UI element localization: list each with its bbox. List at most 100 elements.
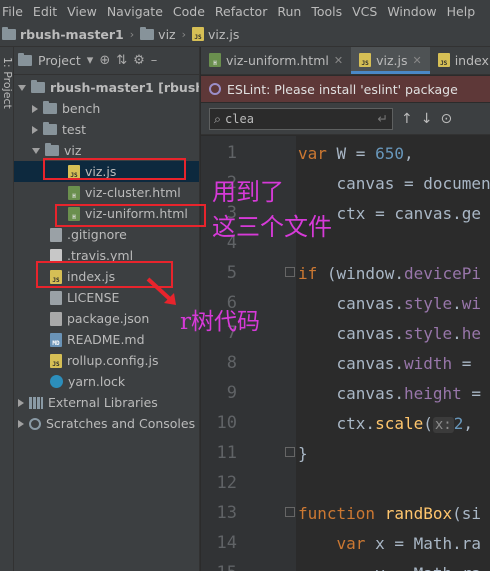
code-line: }	[298, 444, 308, 463]
menu-file[interactable]: File	[0, 4, 28, 19]
fold-marker-icon[interactable]	[285, 507, 295, 517]
editor-tabs: H viz-uniform.html ✕ JS viz.js ✕ JS inde…	[201, 47, 490, 75]
close-icon[interactable]: ✕	[412, 54, 421, 67]
annotation-arrow-icon	[146, 277, 176, 305]
json-file-icon	[50, 311, 62, 326]
menu-edit[interactable]: Edit	[28, 4, 62, 19]
project-tool-window-button[interactable]: 1: Project	[1, 57, 14, 109]
js-file-icon: JS	[437, 53, 450, 67]
text-file-icon	[50, 290, 62, 305]
hide-icon[interactable]: –	[151, 53, 158, 68]
breadcrumb-folder[interactable]: viz	[140, 26, 176, 42]
fold-marker-icon[interactable]	[285, 267, 295, 277]
line-number: 14	[216, 533, 237, 553]
line-number: 9	[226, 383, 237, 403]
tree-item-label: viz-cluster.html	[85, 185, 181, 200]
tree-item-scratches[interactable]: Scratches and Consoles	[18, 413, 195, 434]
tree-item-label: viz	[64, 143, 82, 158]
breadcrumb-file[interactable]: JS viz.js	[192, 27, 239, 42]
menu-window[interactable]: Window	[382, 4, 441, 19]
code-line: function randBox(si	[298, 504, 482, 523]
left-tool-stripe: 1: Project	[0, 47, 14, 571]
tab-viz-js[interactable]: JS viz.js ✕	[351, 47, 430, 74]
tab-label: viz.js	[376, 52, 408, 68]
info-icon	[209, 83, 221, 95]
tree-item-rollup[interactable]: JS rollup.config.js	[50, 350, 159, 371]
tree-item-package-json[interactable]: package.json	[50, 308, 149, 329]
code-line: if (window.devicePi	[298, 264, 482, 283]
code-line: canvas.height =	[298, 384, 482, 403]
collapse-arrow-icon[interactable]	[32, 104, 38, 113]
code-editor[interactable]: var W = 650, canvas = documen ctx = canv…	[296, 136, 490, 571]
html-file-icon: H	[68, 185, 80, 200]
search-icon[interactable]: ⌕	[214, 111, 221, 127]
menu-run[interactable]: Run	[272, 4, 306, 19]
close-icon[interactable]: ✕	[334, 54, 343, 67]
menu-code[interactable]: Code	[168, 4, 210, 19]
menu-tools[interactable]: Tools	[306, 4, 347, 19]
tree-item-gitignore[interactable]: .gitignore	[50, 224, 127, 245]
tree-item-label: Scratches and Consoles	[46, 416, 196, 431]
tree-item-yarn-lock[interactable]: yarn.lock	[50, 371, 125, 392]
line-number: 12	[216, 473, 237, 493]
collapse-arrow-icon[interactable]	[18, 419, 24, 428]
collapse-icon[interactable]: ⇅	[116, 53, 127, 68]
menu-view[interactable]: View	[62, 4, 102, 19]
eslint-message: ESLint: Please install 'eslint' package	[227, 81, 458, 97]
gear-icon[interactable]: ⚙	[133, 53, 145, 68]
menu-refactor[interactable]: Refactor	[210, 4, 272, 19]
menu-navigate[interactable]: Navigate	[102, 4, 168, 19]
tab-index-js[interactable]: JS index.js	[430, 47, 490, 74]
html-file-icon: H	[209, 53, 221, 67]
code-line: canvas.width =	[298, 354, 482, 373]
folder-icon	[140, 26, 155, 40]
expand-arrow-icon[interactable]	[32, 147, 40, 154]
code-line: y = Math.ra	[298, 564, 481, 571]
tree-item-license[interactable]: LICENSE	[50, 287, 119, 308]
project-view-icon	[18, 53, 32, 66]
chevron-right-icon: ›	[181, 27, 187, 41]
tree-item-root[interactable]: rbush-master1 [rbush-ma	[18, 77, 199, 98]
scratches-icon	[29, 417, 41, 430]
menu-help[interactable]: Help	[442, 4, 481, 19]
find-input[interactable]	[225, 111, 336, 126]
breadcrumb-project-label: rbush-master1	[20, 26, 124, 42]
annotation-text-three-files: 这三个文件	[212, 213, 332, 241]
tree-item-label: rbush-master1 [rbush-ma	[50, 80, 199, 95]
text-file-icon	[50, 227, 62, 242]
tree-item-viz-cluster[interactable]: H viz-cluster.html	[68, 182, 181, 203]
breadcrumb-folder-label: viz	[158, 26, 176, 42]
line-number: 1	[226, 143, 237, 163]
tree-item-readme[interactable]: MD README.md	[50, 329, 145, 350]
tree-item-bench[interactable]: bench	[32, 98, 100, 119]
collapse-arrow-icon[interactable]	[18, 398, 24, 407]
tab-viz-uniform[interactable]: H viz-uniform.html ✕	[201, 47, 351, 74]
next-occurrence-icon[interactable]: ↓	[421, 111, 433, 127]
annotation-box-viz-js	[43, 158, 186, 180]
find-bar: ⌕ ↵ ↑ ↓ ⊙	[201, 103, 490, 135]
menu-bar: File Edit View Navigate Code Refactor Ru…	[0, 0, 490, 22]
chevron-down-icon[interactable]: ▾	[87, 53, 94, 68]
project-view-selector[interactable]: Project	[38, 53, 81, 68]
find-box: ⌕ ↵	[209, 107, 393, 130]
fold-marker-icon[interactable]	[285, 447, 295, 457]
tree-item-label: package.json	[67, 311, 150, 326]
locate-icon[interactable]: ⊕	[99, 53, 110, 68]
line-number: 10	[216, 413, 237, 433]
code-line: ctx.scale(x: 2,	[298, 414, 483, 433]
collapse-arrow-icon[interactable]	[32, 125, 38, 134]
annotation-text-rtree: r树代码	[180, 309, 260, 335]
tree-item-test[interactable]: test	[32, 119, 86, 140]
tree-item-label: yarn.lock	[68, 374, 126, 389]
folder-icon	[31, 80, 45, 93]
chevron-right-icon: ›	[129, 27, 135, 41]
js-file-icon: JS	[192, 27, 205, 41]
previous-occurrence-icon[interactable]: ↑	[401, 111, 413, 127]
tree-item-external-libraries[interactable]: External Libraries	[18, 392, 158, 413]
find-all-icon[interactable]: ⊙	[440, 111, 452, 127]
menu-vcs[interactable]: VCS	[347, 4, 382, 19]
expand-arrow-icon[interactable]	[18, 84, 26, 91]
project-toolbar: Project ▾ ⊕ ⇅ ⚙ –	[14, 47, 199, 75]
tab-label: index.js	[454, 52, 490, 68]
breadcrumb-project[interactable]: rbush-master1	[2, 26, 124, 42]
